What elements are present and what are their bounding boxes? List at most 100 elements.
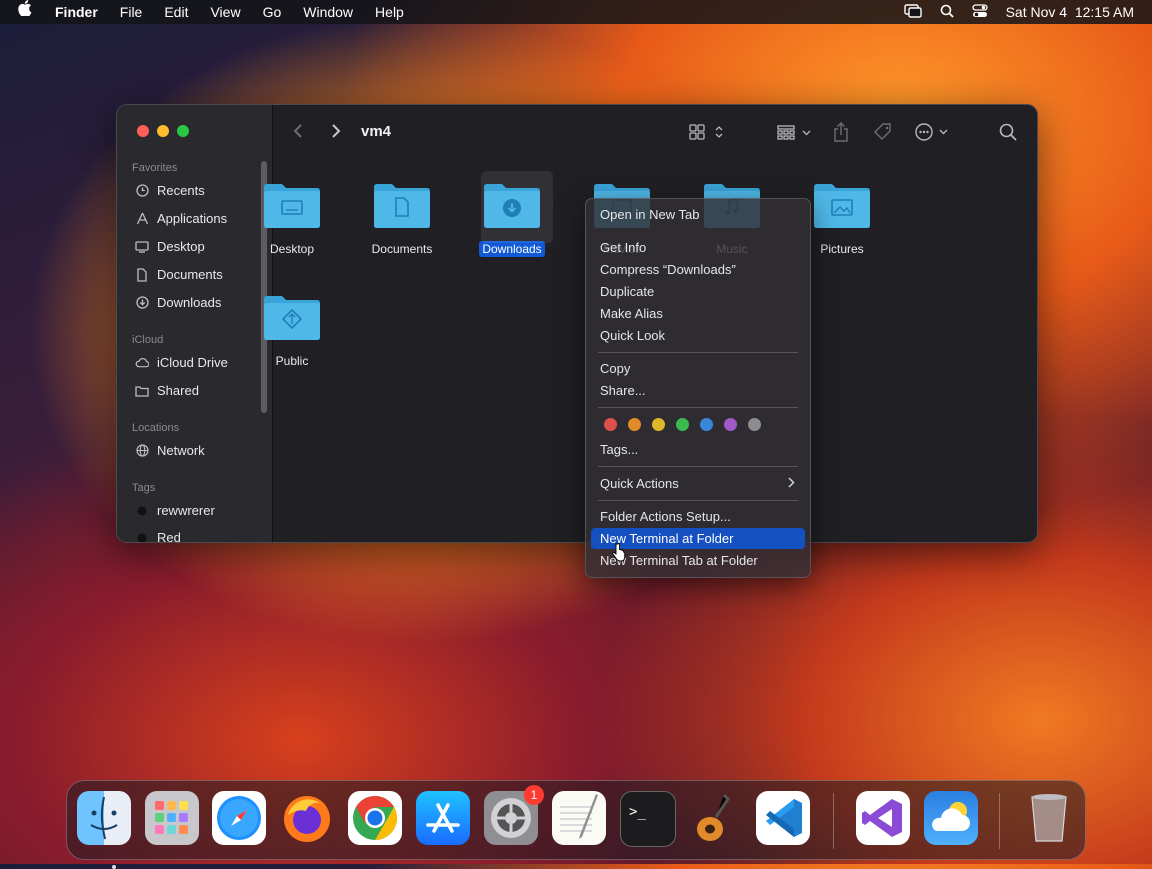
view-mode-button[interactable] <box>689 121 727 143</box>
tag-color-dot[interactable] <box>676 418 689 431</box>
shared-folder-icon <box>135 384 149 398</box>
sidebar-item-desktop[interactable]: Desktop <box>135 239 205 254</box>
sidebar-item-applications[interactable]: Applications <box>135 211 227 226</box>
folder-desktop[interactable]: Desktop <box>247 181 337 258</box>
sidebar-header-favorites: Favorites <box>132 162 178 174</box>
dock-finder-icon[interactable] <box>77 791 131 869</box>
window-title: vm4 <box>361 123 392 140</box>
tag-color-dot[interactable] <box>700 418 713 431</box>
search-icon[interactable] <box>940 4 954 21</box>
menu-file[interactable]: File <box>109 0 154 24</box>
sidebar-item-network[interactable]: Network <box>135 443 205 458</box>
tag-color-dot[interactable] <box>748 418 761 431</box>
share-icon[interactable] <box>833 121 849 143</box>
menu-window[interactable]: Window <box>292 0 364 24</box>
dock-textedit-icon[interactable] <box>552 791 606 845</box>
tag-dot-icon <box>135 531 149 542</box>
menu-view[interactable]: View <box>199 0 251 24</box>
dock-app-store-icon[interactable] <box>416 791 470 845</box>
menu-item-get-info[interactable]: Get Info <box>591 237 805 258</box>
sidebar-item-label: Shared <box>157 383 199 398</box>
menu-edit[interactable]: Edit <box>153 0 199 24</box>
sidebar-item-documents[interactable]: Documents <box>135 267 223 282</box>
sidebar-item-icloud-drive[interactable]: iCloud Drive <box>135 355 228 370</box>
download-icon <box>135 296 149 310</box>
folder-documents[interactable]: Documents <box>357 181 447 258</box>
dock-visual-studio-icon[interactable] <box>856 791 910 845</box>
zoom-button[interactable] <box>177 125 189 137</box>
tag-color-picker <box>604 418 761 431</box>
applications-icon <box>135 212 149 226</box>
folder-icon <box>262 181 322 231</box>
app-menu-finder[interactable]: Finder <box>44 0 109 24</box>
sidebar-item-shared[interactable]: Shared <box>135 383 199 398</box>
tag-color-dot[interactable] <box>724 418 737 431</box>
dock-system-settings-icon[interactable]: 1 <box>484 785 544 845</box>
close-button[interactable] <box>137 125 149 137</box>
dock-vscode-icon[interactable] <box>756 791 810 845</box>
dock-launchpad-icon[interactable] <box>145 791 199 845</box>
menu-item-open-in-new-tab[interactable]: Open in New Tab <box>591 204 805 225</box>
context-menu: Open in New Tab Get Info Compress “Downl… <box>585 198 811 578</box>
group-by-button[interactable] <box>777 121 815 143</box>
sidebar-item-label: rewwrerer <box>157 503 215 518</box>
tag-color-dot[interactable] <box>604 418 617 431</box>
folder-label: Pictures <box>820 242 864 256</box>
apple-menu-icon[interactable] <box>0 0 44 24</box>
sidebar-header-icloud: iCloud <box>132 334 164 346</box>
folder-downloads[interactable]: Downloads <box>467 171 557 258</box>
sidebar-item-label: iCloud Drive <box>157 355 228 370</box>
menu-item-copy[interactable]: Copy <box>591 358 805 379</box>
menu-item-folder-actions-setup[interactable]: Folder Actions Setup... <box>591 506 805 527</box>
sidebar-item-downloads[interactable]: Downloads <box>135 295 221 310</box>
tag-icon[interactable] <box>873 121 893 143</box>
sidebar-item-label: Desktop <box>157 239 205 254</box>
menu-item-duplicate[interactable]: Duplicate <box>591 281 805 302</box>
folder-label: Public <box>275 354 309 368</box>
sidebar-item-recents[interactable]: Recents <box>135 183 205 198</box>
folder-icon <box>482 181 542 231</box>
menu-separator <box>598 466 798 467</box>
tag-color-dot[interactable] <box>652 418 665 431</box>
document-icon <box>135 267 149 282</box>
tag-color-dot[interactable] <box>628 418 641 431</box>
dock-weather-icon[interactable] <box>924 791 978 845</box>
minimize-button[interactable] <box>157 125 169 137</box>
clock-datetime[interactable]: Sat Nov 4 12:15 AM <box>1006 4 1134 20</box>
dock-trash-icon[interactable] <box>1022 791 1076 845</box>
sidebar-item-tag-rewwrerer[interactable]: rewwrerer <box>135 503 215 518</box>
menu-item-compress[interactable]: Compress “Downloads” <box>591 259 805 280</box>
clock-icon <box>135 184 149 198</box>
sidebar-header-locations: Locations <box>132 422 180 434</box>
running-indicator <box>112 865 116 869</box>
menu-item-make-alias[interactable]: Make Alias <box>591 303 805 324</box>
dock-separator <box>833 793 834 849</box>
sidebar-item-label: Recents <box>157 183 205 198</box>
screen-mirroring-icon[interactable] <box>903 3 922 21</box>
tag-dot-icon <box>135 504 149 518</box>
dock-safari-icon[interactable] <box>212 791 266 845</box>
notification-badge: 1 <box>524 785 544 805</box>
menu-item-quick-actions[interactable]: Quick Actions <box>591 473 805 494</box>
menu-separator <box>598 500 798 501</box>
menu-go[interactable]: Go <box>252 0 293 24</box>
dock-separator <box>999 793 1000 849</box>
menu-help[interactable]: Help <box>364 0 415 24</box>
finder-window: Favorites Recents Applications Desktop D… <box>116 104 1038 543</box>
folder-public[interactable]: Public <box>247 293 337 370</box>
dock-terminal-icon[interactable]: >_ <box>620 791 676 847</box>
menu-bar: Finder File Edit View Go Window Help Sat… <box>0 0 1152 24</box>
control-center-icon[interactable] <box>971 3 988 21</box>
menu-item-tags[interactable]: Tags... <box>591 439 805 460</box>
dock-chrome-icon[interactable] <box>348 791 402 845</box>
dock-firefox-icon[interactable] <box>280 791 334 845</box>
sidebar-item-tag-red[interactable]: Red <box>135 530 181 542</box>
more-actions-button[interactable] <box>915 121 949 143</box>
search-icon[interactable] <box>999 121 1017 143</box>
forward-button[interactable] <box>331 122 341 145</box>
menu-item-label: Quick Actions <box>600 476 679 491</box>
menu-item-share[interactable]: Share... <box>591 380 805 401</box>
back-button[interactable] <box>293 122 303 145</box>
dock-garageband-icon[interactable] <box>688 791 742 845</box>
menu-item-quick-look[interactable]: Quick Look <box>591 325 805 346</box>
